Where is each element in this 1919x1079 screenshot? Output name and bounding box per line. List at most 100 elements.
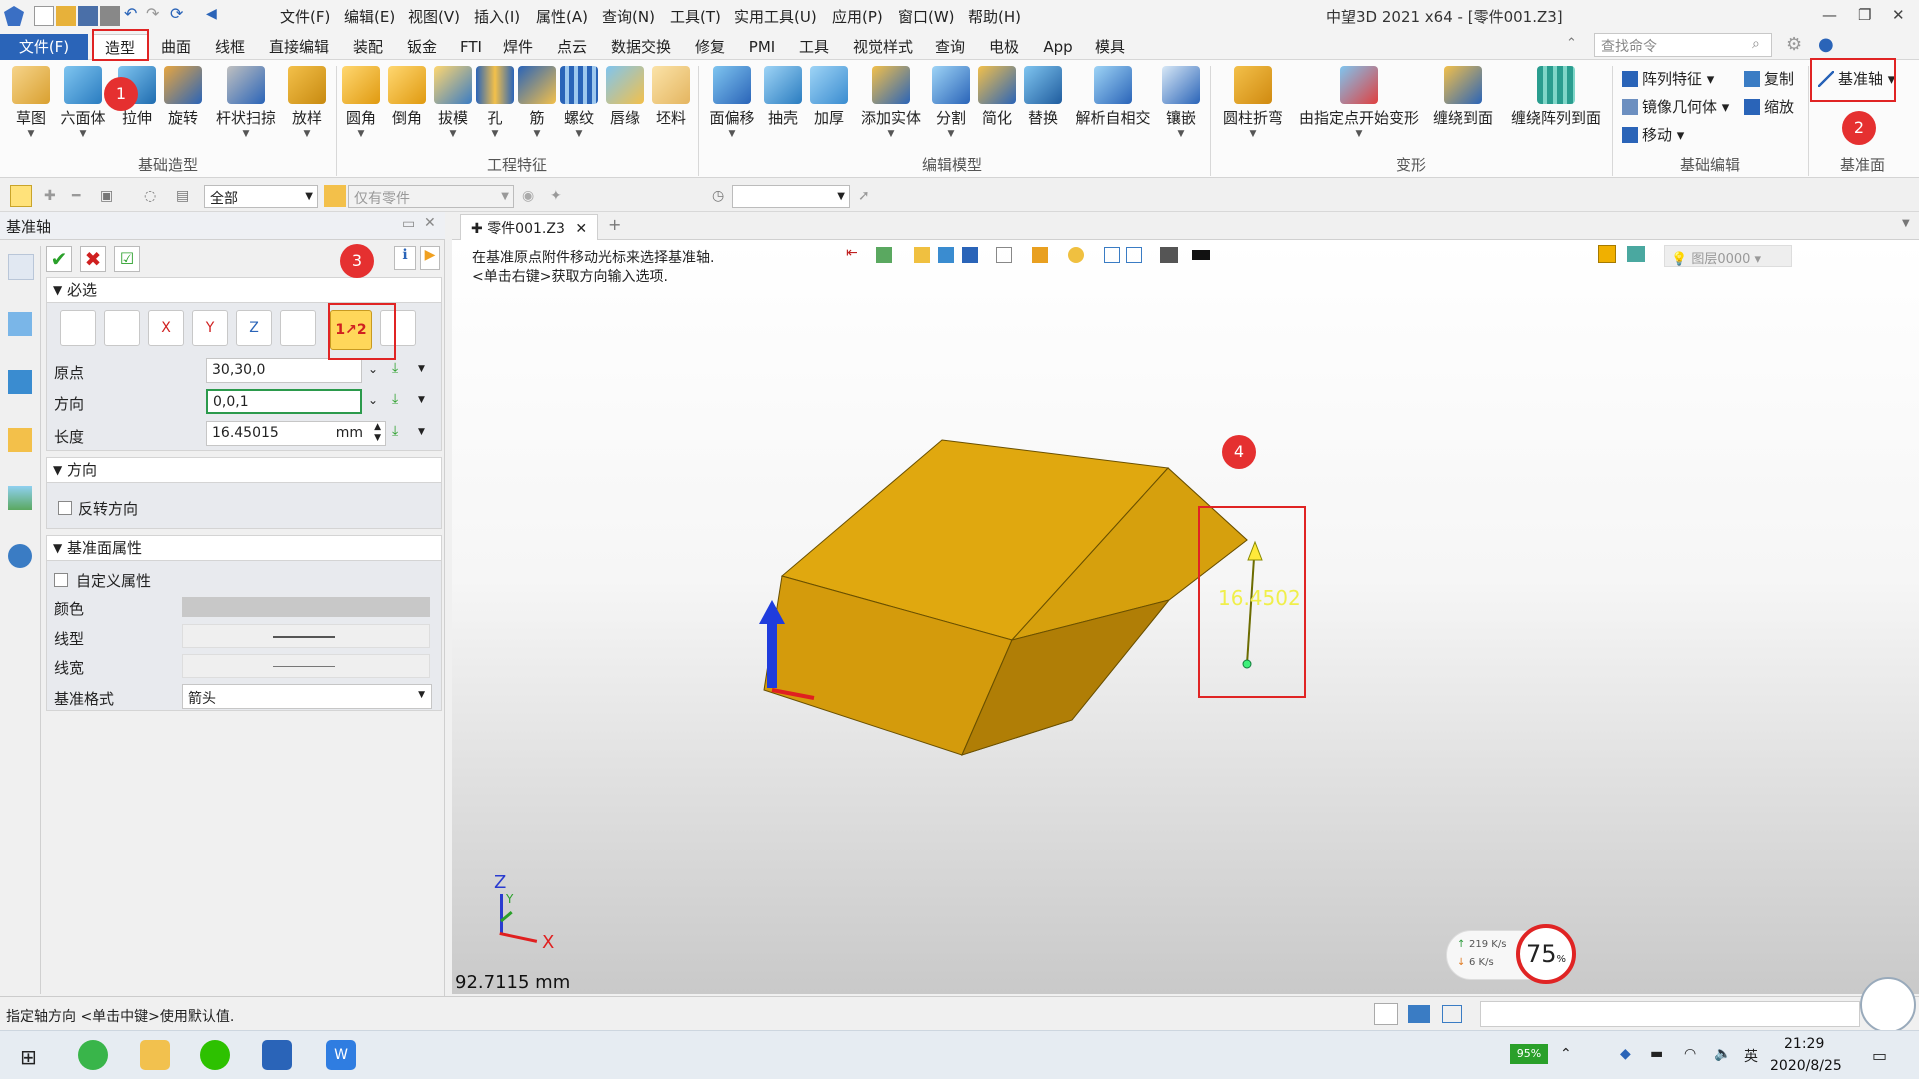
tab-assembly[interactable]: 装配	[348, 34, 388, 60]
regen-icon[interactable]: ⟳	[170, 4, 190, 24]
rod-sweep-button[interactable]: 杆状扫掠 ▼	[212, 66, 280, 139]
tab-repair[interactable]: 修复	[690, 34, 730, 60]
menu-apps[interactable]: 应用(P)	[832, 6, 883, 27]
undo-icon[interactable]: ↶	[124, 4, 144, 24]
collapse-ribbon-icon[interactable]: ⌃	[1566, 36, 1577, 51]
windows-start-icon[interactable]: ⊞	[20, 1045, 37, 1069]
open-file-icon[interactable]	[56, 6, 76, 26]
deform-from-point-button[interactable]: 由指定点开始变形 ▼	[1296, 66, 1422, 139]
tab-pmi[interactable]: PMI	[744, 34, 780, 60]
tab-point-cloud[interactable]: 点云	[552, 34, 592, 60]
volume-icon[interactable]: 🔈	[1714, 1046, 1731, 1062]
direction-section-header[interactable]: ▼ 方向	[46, 457, 442, 483]
method-two-points-line-icon[interactable]	[280, 310, 316, 346]
thicken-button[interactable]: 加厚	[808, 66, 850, 128]
replace-button[interactable]: 替换	[1022, 66, 1064, 128]
box-select-icon[interactable]: ▣	[100, 188, 113, 204]
help-icon[interactable]: ●	[1818, 34, 1834, 55]
datum-tool-icon[interactable]	[8, 254, 34, 280]
method-y-axis-icon[interactable]: Y	[192, 310, 228, 346]
reverse-direction-checkbox[interactable]	[58, 501, 72, 515]
status-input[interactable]	[1480, 1001, 1860, 1027]
pick-icon[interactable]: ➚	[858, 188, 870, 204]
search-input[interactable]: 查找命令	[1594, 33, 1772, 57]
tab-menu-icon[interactable]: ▼	[1902, 218, 1910, 229]
menu-help[interactable]: 帮助(H)	[968, 6, 1021, 27]
notification-icon[interactable]: ▭	[1872, 1046, 1887, 1065]
length-dropdown-icon[interactable]: ▼	[418, 427, 425, 437]
ime-icon[interactable]: 英	[1744, 1046, 1758, 1066]
scale-button[interactable]: 缩放	[1744, 96, 1794, 117]
new-file-icon[interactable]	[34, 6, 54, 26]
simplify-button[interactable]: 简化	[976, 66, 1018, 128]
menu-attribute[interactable]: 属性(A)	[536, 6, 588, 27]
save-icon[interactable]	[78, 6, 98, 26]
scope-select[interactable]: 仅有零件 ▼	[348, 185, 514, 208]
tab-file[interactable]: 文件(F)	[0, 34, 88, 60]
tab-surface[interactable]: 曲面	[156, 34, 196, 60]
method-z-axis-icon[interactable]: Z	[236, 310, 272, 346]
inlay-button[interactable]: 镶嵌 ▼	[1160, 66, 1202, 139]
origin-dropdown-icon[interactable]: ▼	[418, 364, 425, 374]
datum-props-section-header[interactable]: ▼ 基准面属性	[46, 535, 442, 561]
draft-button[interactable]: 拔模 ▼	[432, 66, 474, 139]
custom-props-checkbox[interactable]	[54, 573, 68, 587]
tab-visual-style[interactable]: 视觉样式	[848, 34, 918, 60]
add-solid-button[interactable]: 添加实体 ▼	[856, 66, 926, 139]
pattern-feature-button[interactable]: 阵列特征 ▾	[1622, 68, 1714, 89]
cancel-button[interactable]: ✖	[80, 246, 106, 272]
writer-taskbar-icon[interactable]: W	[326, 1040, 356, 1070]
sketch-button[interactable]: 草图 ▼	[8, 66, 54, 139]
menu-insert[interactable]: 插入(I)	[474, 6, 520, 27]
method-smart-icon[interactable]	[60, 310, 96, 346]
loft-button[interactable]: 放样 ▼	[284, 66, 330, 139]
info-button[interactable]: ℹ	[394, 246, 416, 270]
tab-mold[interactable]: 模具	[1090, 34, 1130, 60]
menu-view[interactable]: 视图(V)	[408, 6, 460, 27]
close-window-button[interactable]: ✕	[1892, 6, 1905, 24]
assistant-mascot-icon[interactable]	[1860, 977, 1916, 1033]
tab-electrode[interactable]: 电极	[984, 34, 1024, 60]
tray-app-icon[interactable]: ◆	[1620, 1046, 1631, 1062]
tab-fti[interactable]: FTI	[456, 34, 486, 60]
settings-gear-icon[interactable]: ⚙	[1786, 34, 1802, 55]
wechat-icon[interactable]	[200, 1040, 230, 1070]
snap-icon[interactable]: ◉	[522, 188, 534, 204]
lip-button[interactable]: 唇缘	[604, 66, 646, 128]
history-tree-icon[interactable]	[8, 312, 32, 336]
maximize-button[interactable]: ❐	[1858, 6, 1871, 24]
tab-data-exchange[interactable]: 数据交换	[606, 34, 676, 60]
shell-button[interactable]: 抽壳	[762, 66, 804, 128]
confirm-button[interactable]: ✔	[46, 246, 72, 272]
linetype-select[interactable]	[182, 624, 430, 648]
status-list-icon[interactable]	[1442, 1005, 1462, 1023]
move-button[interactable]: 移动 ▾	[1622, 124, 1684, 145]
wrap-array-button[interactable]: 缠绕阵列到面	[1506, 66, 1606, 128]
datum-style-select[interactable]: 箭头 ▼	[182, 684, 432, 709]
length-input[interactable]: 16.45015 mm ▲ ▼	[206, 421, 386, 446]
menu-query[interactable]: 查询(N)	[602, 6, 655, 27]
origin-input[interactable]: 30,30,0	[206, 358, 362, 383]
linewidth-select[interactable]	[182, 654, 430, 678]
file-explorer-icon[interactable]	[140, 1040, 170, 1070]
user-icon[interactable]	[8, 544, 32, 568]
menu-edit[interactable]: 编辑(E)	[344, 6, 395, 27]
tab-weldment[interactable]: 焊件	[498, 34, 538, 60]
browser-icon[interactable]	[78, 1040, 108, 1070]
wifi-icon[interactable]: ◠	[1684, 1046, 1696, 1062]
thread-button[interactable]: 螺纹 ▼	[558, 66, 600, 139]
face-offset-button[interactable]: 面偏移 ▼	[706, 66, 758, 139]
chamfer-button[interactable]: 倒角	[386, 66, 428, 128]
status-display-icon[interactable]	[1408, 1005, 1430, 1023]
status-layout-icon[interactable]	[1374, 1003, 1398, 1025]
tab-direct-edit[interactable]: 直接编辑	[264, 34, 334, 60]
part-icon[interactable]	[8, 428, 32, 452]
wrap-to-face-button[interactable]: 缠绕到面	[1428, 66, 1498, 128]
part-filter-icon[interactable]	[324, 185, 346, 207]
revolve-button[interactable]: 旋转	[162, 66, 204, 128]
lasso-icon[interactable]: ◌	[144, 188, 156, 204]
zw3d-taskbar-icon[interactable]	[262, 1040, 292, 1070]
tray-device-icon[interactable]: ▬	[1650, 1046, 1663, 1062]
tab-query[interactable]: 查询	[930, 34, 970, 60]
color-swatch[interactable]	[182, 597, 430, 617]
